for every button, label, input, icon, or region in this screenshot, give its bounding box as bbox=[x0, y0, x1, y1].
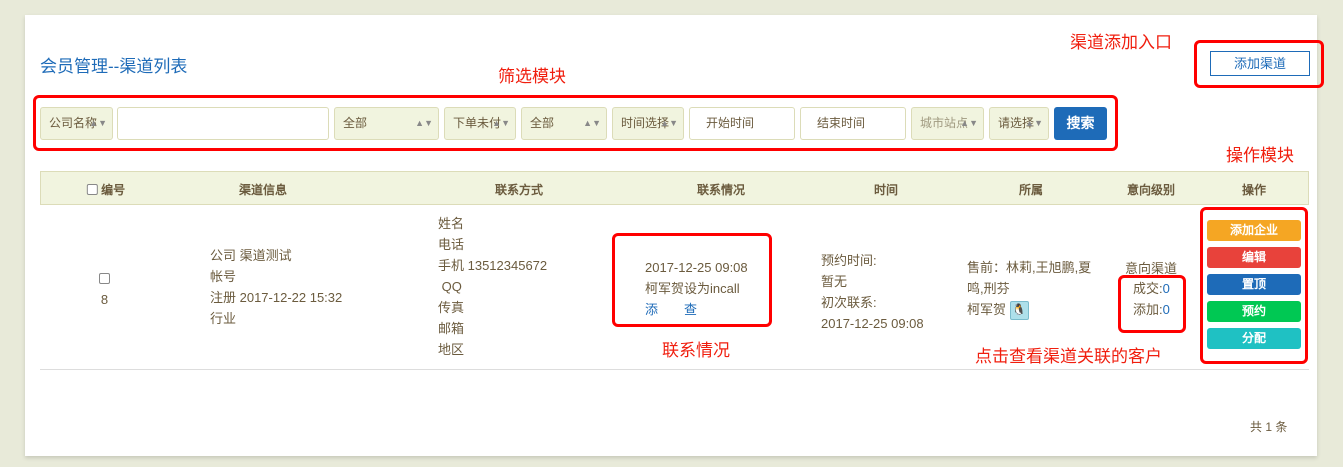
search-button[interactable]: 搜索 bbox=[1054, 107, 1107, 140]
order-status-select[interactable]: 下单未付 ▲▼ bbox=[444, 107, 516, 140]
deal-label: 成交: bbox=[1133, 281, 1163, 296]
contact-info: 姓名 电话 手机 13512345672 QQ 传真 邮箱 地区 bbox=[438, 213, 547, 360]
header-info: 渠道信息 bbox=[238, 183, 288, 197]
sort-arrows-icon: ▲▼ bbox=[492, 118, 510, 128]
contact-phone: 电话 bbox=[438, 237, 465, 252]
first-contact-value: 2017-12-25 09:08 bbox=[821, 316, 924, 331]
status-select[interactable]: 全部 ▲▼ bbox=[334, 107, 439, 140]
add-record-link[interactable]: 添 bbox=[645, 302, 658, 317]
info-account: 帐号 bbox=[210, 269, 237, 284]
annotation-click-hint: 点击查看渠道关联的客户 bbox=[975, 347, 1162, 366]
company-name-select[interactable]: 公司名称 ▲▼ bbox=[40, 107, 113, 140]
annotation-add-entry: 渠道添加入口 bbox=[1070, 33, 1172, 52]
info-company: 公司 渠道测试 bbox=[210, 248, 292, 263]
annotation-op-module: 操作模块 bbox=[1226, 146, 1294, 165]
sort-arrows-icon: ▲▼ bbox=[583, 118, 601, 128]
pin-top-button[interactable]: 置顶 bbox=[1207, 274, 1301, 295]
annotation-filter-module: 筛选模块 bbox=[498, 67, 566, 86]
contact-qq: QQ bbox=[438, 279, 462, 294]
header-id: 编号 bbox=[86, 181, 126, 198]
appointment-button[interactable]: 预约 bbox=[1207, 301, 1301, 322]
sort-arrows-icon: ▲▼ bbox=[89, 118, 107, 128]
header-intent: 意向级别 bbox=[1126, 183, 1176, 197]
time-info: 预约时间: 暂无 初次联系: 2017-12-25 09:08 bbox=[821, 250, 924, 334]
info-register: 注册 2017-12-22 15:32 bbox=[210, 290, 343, 305]
info-industry: 行业 bbox=[210, 311, 237, 326]
time-type-select[interactable]: 时间选择 ▲▼ bbox=[612, 107, 684, 140]
intent-counts: 成交:0 添加:0 bbox=[1133, 278, 1170, 320]
presales-cont: 鸣,刑芬 bbox=[967, 281, 1010, 296]
row-divider bbox=[40, 369, 1309, 370]
status-text: 柯军贺设为incall bbox=[645, 281, 740, 296]
contact-status: 2017-12-25 09:08 柯军贺设为incall 添 查 bbox=[645, 257, 748, 320]
sort-arrows-icon: ▲▼ bbox=[1025, 118, 1043, 128]
status-time: 2017-12-25 09:08 bbox=[645, 260, 748, 275]
contact-mobile: 手机 13512345672 bbox=[438, 258, 548, 273]
appointment-value: 暂无 bbox=[821, 274, 848, 289]
sort-arrows-icon: ▲▼ bbox=[960, 118, 978, 128]
owner-name: 柯军贺 bbox=[967, 302, 1007, 317]
company-name-input[interactable] bbox=[117, 107, 329, 140]
select-label: 全部 bbox=[530, 116, 555, 130]
end-time-input[interactable]: 结束时间 bbox=[800, 107, 906, 140]
order-value-select[interactable]: 全部 ▲▼ bbox=[521, 107, 607, 140]
add-channel-button[interactable]: 添加渠道 bbox=[1210, 51, 1310, 76]
contact-email: 邮箱 bbox=[438, 321, 465, 336]
view-record-link[interactable]: 查 bbox=[684, 302, 697, 317]
header-contact: 联系方式 bbox=[494, 183, 544, 197]
row-checkbox[interactable] bbox=[99, 273, 110, 284]
city-select[interactable]: 城市站点 ▲▼ bbox=[911, 107, 984, 140]
row-id-cell: 8 bbox=[99, 268, 110, 310]
annotation-contact-status: 联系情况 bbox=[662, 341, 730, 360]
header-ops: 操作 bbox=[1241, 183, 1267, 197]
qq-penguin-icon[interactable]: 🐧 bbox=[1009, 301, 1029, 321]
first-contact-label: 初次联系: bbox=[821, 295, 877, 310]
deal-count-link[interactable]: 0 bbox=[1163, 281, 1170, 296]
start-time-input[interactable]: 开始时间 bbox=[689, 107, 795, 140]
assign-button[interactable]: 分配 bbox=[1207, 328, 1301, 349]
appointment-label: 预约时间: bbox=[821, 253, 877, 268]
select-label: 全部 bbox=[343, 116, 368, 130]
added-count-link[interactable]: 0 bbox=[1163, 302, 1170, 317]
page-title: 会员管理--渠道列表 bbox=[40, 57, 188, 76]
owner-info: 售前：林莉,王旭鹏,夏 鸣,刑芬 柯军贺 🐧 bbox=[967, 257, 1092, 321]
sort-arrows-icon: ▲▼ bbox=[415, 118, 433, 128]
header-status: 联系情况 bbox=[696, 183, 746, 197]
channel-info: 公司 渠道测试 帐号 注册 2017-12-22 15:32 行业 bbox=[210, 245, 342, 329]
table-header: 编号 渠道信息 联系方式 联系情况 时间 所属 意向级别 操作 bbox=[40, 171, 1309, 205]
presales: 售前：林莉,王旭鹏,夏 bbox=[967, 260, 1092, 275]
please-select[interactable]: 请选择 ▲▼ bbox=[989, 107, 1049, 140]
add-company-button[interactable]: 添加企业 bbox=[1207, 220, 1301, 241]
header-label: 编号 bbox=[101, 183, 126, 197]
row-id: 8 bbox=[100, 292, 109, 307]
total-count: 共 1 条 bbox=[1250, 420, 1288, 434]
added-label: 添加: bbox=[1133, 302, 1163, 317]
contact-fax: 传真 bbox=[438, 300, 465, 315]
select-all-checkbox[interactable] bbox=[86, 184, 98, 195]
sort-arrows-icon: ▲▼ bbox=[660, 118, 678, 128]
contact-name: 姓名 bbox=[438, 216, 465, 231]
header-owner: 所属 bbox=[1018, 183, 1044, 197]
header-time: 时间 bbox=[873, 183, 899, 197]
edit-button[interactable]: 编辑 bbox=[1207, 247, 1301, 268]
contact-region: 地区 bbox=[438, 342, 465, 357]
